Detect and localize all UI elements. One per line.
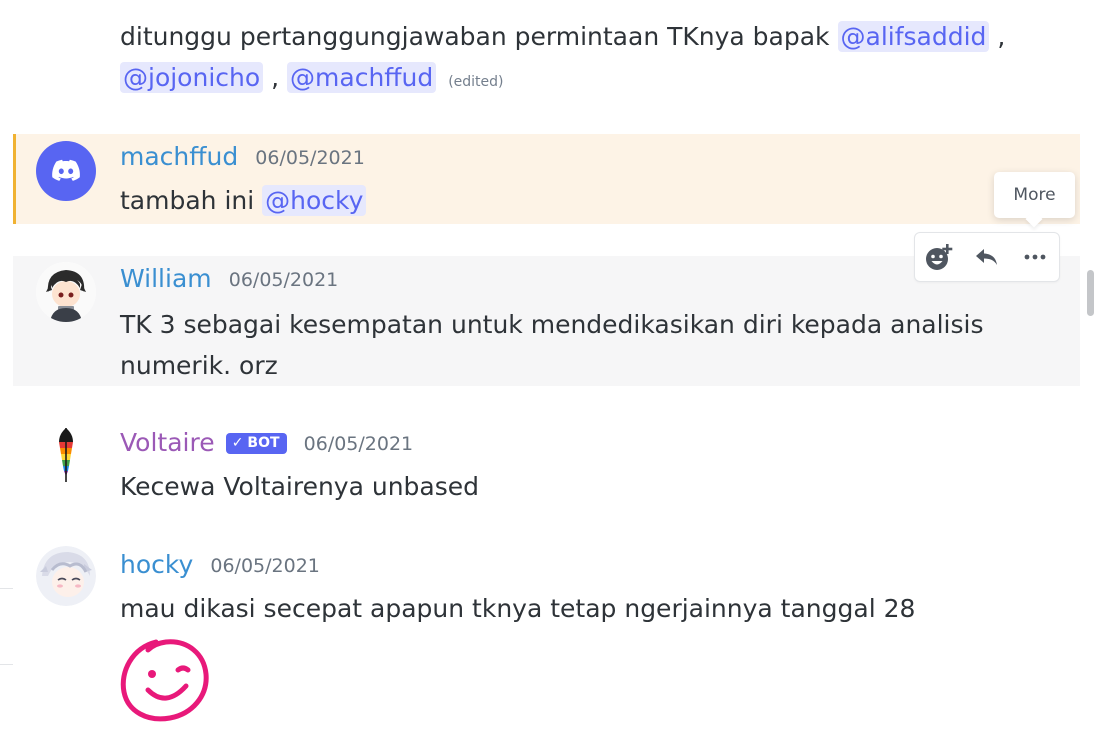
message-header: William 06/05/2021	[120, 264, 338, 293]
more-tooltip: More	[994, 172, 1075, 218]
user-mention[interactable]: @jojonicho	[120, 62, 264, 93]
separator: ,	[997, 22, 1006, 51]
message-actions-toolbar	[914, 232, 1060, 282]
edited-label: (edited)	[448, 74, 504, 90]
avatar[interactable]	[36, 546, 96, 606]
avatar[interactable]	[36, 141, 96, 201]
message-item[interactable]: Voltaire ✓ BOT 06/05/2021 Kecewa Voltaire…	[13, 410, 1080, 510]
timestamp: 06/05/2021	[255, 147, 365, 169]
user-avatar-image	[36, 546, 96, 606]
message-continuation: ditunggu pertanggungjawaban permintaan T…	[13, 0, 1080, 110]
author-name[interactable]: machffud	[120, 142, 238, 171]
message-content: ditunggu pertanggungjawaban permintaan T…	[120, 16, 1040, 103]
user-mention[interactable]: @machffud	[287, 62, 437, 93]
add-reaction-button[interactable]	[919, 237, 959, 277]
more-icon	[1024, 254, 1046, 260]
reply-icon	[976, 249, 997, 265]
rainbow-feather-icon	[59, 428, 73, 482]
timestamp: 06/05/2021	[228, 269, 339, 291]
avatar[interactable]	[36, 262, 96, 322]
message-content: tambah ini @hocky	[120, 180, 367, 221]
divider	[0, 664, 13, 665]
user-avatar-image	[36, 262, 96, 322]
author-name[interactable]: William	[120, 264, 212, 293]
message-content: Kecewa Voltairenya unbased	[120, 472, 480, 501]
scrollbar-track[interactable]	[1080, 0, 1096, 742]
message-header: machffud 06/05/2021	[120, 142, 365, 171]
user-mention[interactable]: @alifsaddid	[837, 21, 990, 52]
message-content: TK 3 sebagai kesempatan untuk mendedikas…	[120, 310, 984, 380]
message-item[interactable]: machffud 06/05/2021 tambah ini @hocky	[13, 134, 1080, 224]
more-button[interactable]	[1015, 237, 1055, 277]
divider	[0, 588, 13, 589]
timestamp: 06/05/2021	[303, 433, 414, 455]
timestamp: 06/05/2021	[210, 555, 320, 577]
reply-button[interactable]	[967, 237, 1007, 277]
author-name[interactable]: Voltaire	[120, 428, 215, 457]
bot-tag: ✓ BOT	[225, 433, 287, 454]
message-header: hocky 06/05/2021	[120, 550, 320, 579]
add-reaction-icon	[926, 244, 953, 270]
verified-check-icon: ✓	[231, 435, 244, 451]
chat-messages: ditunggu pertanggungjawaban permintaan T…	[0, 0, 1080, 742]
user-mention[interactable]: @hocky	[262, 185, 367, 216]
discord-logo-icon	[52, 159, 80, 181]
message-text: ditunggu pertanggungjawaban permintaan T…	[120, 22, 830, 51]
scrollbar-thumb[interactable]	[1087, 270, 1094, 316]
avatar[interactable]	[36, 424, 96, 484]
bot-tag-label: BOT	[247, 435, 280, 451]
message-text: tambah ini	[120, 186, 255, 215]
separator: ,	[271, 63, 280, 92]
message-header: Voltaire ✓ BOT 06/05/2021	[120, 428, 413, 458]
message-content: mau dikasi secepat apapun tknya tetap ng…	[120, 594, 916, 623]
smiley-sticker[interactable]	[118, 636, 212, 726]
author-name[interactable]: hocky	[120, 550, 193, 579]
